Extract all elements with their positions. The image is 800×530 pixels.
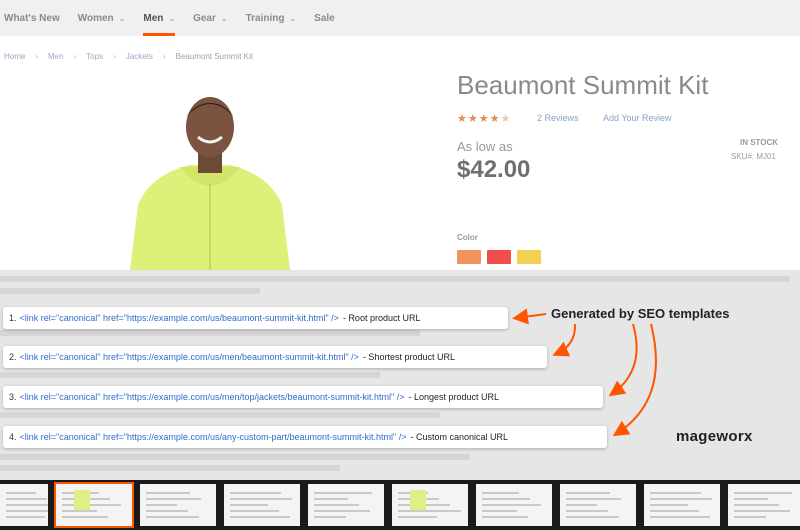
nav-item-training[interactable]: Training ⌄ (246, 0, 297, 36)
thumbnail-strip (0, 480, 800, 530)
canonical-description: - Root product URL (342, 313, 421, 323)
chevron-right-icon: › (35, 52, 39, 61)
canonical-item-1: 1. <link rel="canonical" href="https://e… (3, 307, 508, 329)
color-label: Color (457, 233, 478, 242)
store-screenshot: What's New Women ⌄ Men ⌄ Gear ⌄ Training ⌄ Sale H… (0, 0, 800, 270)
slide-thumbnail[interactable] (0, 484, 48, 526)
nav-item-label: Gear (193, 12, 216, 24)
top-navigation: What's New Women ⌄ Men ⌄ Gear ⌄ Training ⌄ Sale (0, 0, 800, 36)
nav-item-label: Sale (314, 12, 335, 24)
placeholder-line (0, 412, 440, 418)
nav-item-gear[interactable]: Gear ⌄ (193, 0, 228, 36)
slide-thumbnail[interactable] (644, 484, 720, 526)
canonical-code: <link rel="canonical" href="https://exam… (19, 313, 339, 323)
rating-stars: ★★★★★ (457, 113, 512, 125)
color-swatches (457, 250, 547, 264)
chevron-right-icon: › (113, 52, 116, 61)
add-review-link[interactable]: Add Your Review (603, 113, 672, 123)
breadcrumb: Home › Men › Tops › Jackets › Beaumont Summit Ki… (4, 52, 263, 61)
color-swatch[interactable] (487, 250, 511, 264)
product-photo (120, 95, 300, 270)
canonical-description: - Shortest product URL (362, 352, 455, 362)
nav-item-sale[interactable]: Sale (314, 0, 335, 36)
stock-status: IN STOCK (740, 138, 779, 147)
breadcrumb-link[interactable]: Jackets (126, 52, 153, 61)
placeholder-line (0, 454, 470, 460)
canonical-description: - Longest product URL (408, 392, 500, 402)
placeholder-line (0, 372, 380, 378)
item-number: 3. (9, 392, 17, 402)
canonical-code: <link rel="canonical" href="https://exam… (19, 432, 407, 442)
nav-item-what-s-new[interactable]: What's New (4, 0, 60, 36)
slide-thumbnail[interactable] (560, 484, 636, 526)
breadcrumb-link[interactable]: Men (48, 52, 64, 61)
canonical-item-4: 4. <link rel="canonical" href="https://e… (3, 426, 607, 448)
placeholder-line (0, 276, 790, 282)
canonical-item-3: 3. <link rel="canonical" href="https://e… (3, 386, 603, 408)
chevron-down-icon: ⌄ (118, 13, 126, 23)
breadcrumb-current: Beaumont Summit Kit (175, 52, 253, 61)
reviews-link[interactable]: 2 Reviews (537, 113, 579, 123)
nav-item-label: Women (77, 12, 114, 24)
item-number: 2. (9, 352, 17, 362)
placeholder-line (0, 330, 420, 336)
placeholder-line (0, 288, 260, 294)
color-swatch[interactable] (457, 250, 481, 264)
slide-thumbnail[interactable] (224, 484, 300, 526)
placeholder-line (0, 465, 340, 471)
nav-item-label: Men (143, 12, 164, 24)
slide-thumbnail[interactable] (308, 484, 384, 526)
chevron-down-icon: ⌄ (168, 13, 176, 23)
chevron-right-icon: › (162, 52, 166, 61)
nav-item-label: Training (245, 12, 285, 24)
canonical-description: - Custom canonical URL (410, 432, 508, 442)
color-swatch[interactable] (517, 250, 541, 264)
breadcrumb-link[interactable]: Tops (86, 52, 103, 61)
seo-templates-callout: Generated by SEO templates (551, 306, 730, 321)
slide-thumbnail[interactable] (476, 484, 552, 526)
nav-item-women[interactable]: Women ⌄ (78, 0, 126, 36)
slide-thumbnail[interactable] (54, 482, 134, 528)
mageworx-logo: mageworx (676, 428, 753, 445)
canonical-item-2: 2. <link rel="canonical" href="https://e… (3, 346, 547, 368)
nav-item-label: What's New (4, 12, 60, 24)
as-low-as-label: As low as (457, 139, 513, 154)
chevron-right-icon: › (73, 52, 77, 61)
canonical-code: <link rel="canonical" href="https://exam… (19, 392, 405, 402)
product-price: $42.00 (457, 156, 531, 183)
chevron-down-icon: ⌄ (289, 13, 297, 23)
product-title: Beaumont Summit Kit (457, 70, 709, 100)
chevron-down-icon: ⌄ (220, 13, 228, 23)
sku-label: SKU#: MJ01 (731, 152, 776, 161)
slide-thumbnail[interactable] (392, 484, 468, 526)
item-number: 1. (9, 313, 17, 323)
slide-thumbnail[interactable] (728, 484, 800, 526)
breadcrumb-link[interactable]: Home (4, 52, 25, 61)
canonical-code: <link rel="canonical" href="https://exam… (19, 352, 359, 362)
slide-thumbnail[interactable] (140, 484, 216, 526)
item-number: 4. (9, 432, 17, 442)
nav-item-men[interactable]: Men ⌄ (143, 0, 175, 36)
